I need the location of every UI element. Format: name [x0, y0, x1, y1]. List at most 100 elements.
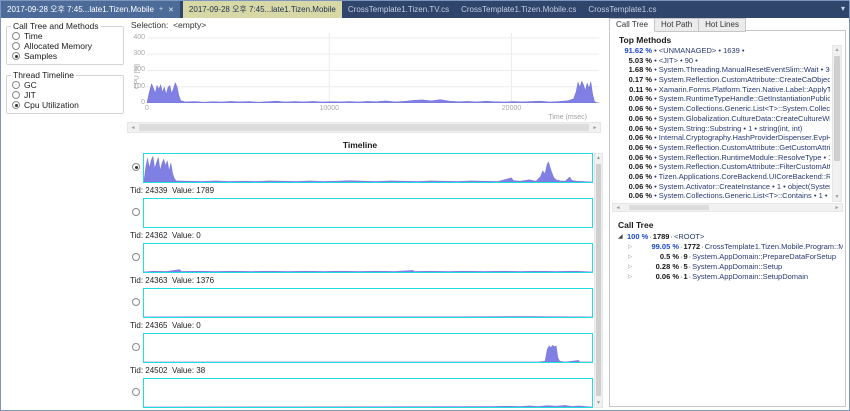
- scroll-up-icon[interactable]: ▲: [833, 47, 841, 53]
- thread-radio-icon[interactable]: [132, 343, 140, 351]
- call-tree-row[interactable]: ▷0.06 %·1·System.AppDomain::SetupDomain: [614, 272, 843, 282]
- radio-unselected-icon[interactable]: [12, 32, 20, 40]
- top-method-row[interactable]: 0.06 % • System.String::Substring • 1 • …: [618, 124, 830, 134]
- top-method-row[interactable]: 0.06 % • Internal.Cryptography.HashProvi…: [618, 133, 830, 143]
- thread-activity-chart[interactable]: [143, 198, 593, 228]
- tree-method-name: System.AppDomain::PrepareDataForSetup: [692, 252, 836, 261]
- radio-selected-icon[interactable]: [12, 52, 20, 60]
- scrollbar-thumb[interactable]: [629, 205, 709, 210]
- call-tree-row[interactable]: ▷99.05 %·1772·CrossTemplate1.Tizen.Mobil…: [614, 242, 843, 252]
- cpu-utilization-chart[interactable]: CPU [%] 010020030040001000020000 Time (m…: [131, 31, 601, 126]
- method-name: • System.Activator::CreateInstance • 1 •…: [652, 182, 830, 191]
- thread-activity-chart[interactable]: [143, 288, 593, 318]
- radio-option[interactable]: Cpu Utilization: [12, 100, 121, 110]
- top-method-row[interactable]: 0.11 % • Xamarin.Forms.Platform.Tizen.Na…: [618, 85, 830, 95]
- document-tab[interactable]: 2017-09-28 오후 7:45...late1.Tizen.Mobile+…: [1, 1, 180, 18]
- scroll-right-icon[interactable]: ►: [832, 205, 842, 211]
- options-panel: Call Tree and MethodsTimeAllocated Memor…: [2, 18, 127, 409]
- chevron-down-icon[interactable]: ▾: [841, 4, 845, 13]
- thread-activity-chart[interactable]: [143, 243, 593, 273]
- method-percent: 0.17 %: [618, 75, 652, 85]
- expand-icon[interactable]: ▷: [628, 252, 637, 262]
- thread-activity-chart[interactable]: [143, 333, 593, 363]
- top-method-row[interactable]: 0.06 % • System.Collections.Generic.List…: [618, 104, 830, 114]
- method-percent: 0.06 %: [618, 162, 652, 172]
- thread-radio-icon[interactable]: [132, 208, 140, 216]
- group-box: Thread TimelineGCJITCpu Utilization: [6, 70, 124, 114]
- radio-option[interactable]: JIT: [12, 90, 121, 100]
- tree-sample-count: 5: [684, 262, 688, 271]
- thread-radio-icon[interactable]: [132, 298, 140, 306]
- thread-activity-chart[interactable]: [143, 378, 593, 408]
- thread-radio-icon[interactable]: [132, 253, 140, 261]
- close-icon[interactable]: ✕: [168, 6, 174, 14]
- scrollbar-thumb[interactable]: [834, 56, 840, 161]
- scroll-down-icon[interactable]: ▼: [833, 194, 841, 200]
- top-method-row[interactable]: 0.06 % • System.Reflection.CustomAttribu…: [618, 162, 830, 172]
- radio-selected-icon[interactable]: [12, 101, 20, 109]
- document-tab[interactable]: CrossTemplate1.Tizen.Mobile.cs: [455, 1, 582, 18]
- top-methods-vertical-scrollbar[interactable]: ▲ ▼: [832, 45, 842, 202]
- method-name: • System.Reflection.CustomAttribute::Fil…: [652, 162, 830, 171]
- top-methods-horizontal-scrollbar[interactable]: ◄ ►: [612, 203, 843, 212]
- separator: ·: [689, 252, 692, 261]
- top-method-row[interactable]: 0.06 % • System.Collections.Generic.List…: [618, 191, 830, 200]
- top-method-row[interactable]: 0.06 % • System.Activator::CreateInstanc…: [618, 182, 830, 192]
- document-tab[interactable]: CrossTemplate1.Tizen.TV.cs: [342, 1, 455, 18]
- radio-unselected-icon[interactable]: [12, 42, 20, 50]
- top-method-row[interactable]: 0.06 % • System.Reflection.CustomAttribu…: [618, 143, 830, 153]
- expand-icon[interactable]: ▷: [628, 262, 637, 272]
- expand-icon[interactable]: ▷: [628, 272, 637, 282]
- document-tab[interactable]: 2017-09-28 오후 7:45...late1.Tizen.Mobile: [183, 1, 342, 18]
- method-percent: 0.06 %: [618, 182, 652, 192]
- pin-icon[interactable]: +: [159, 6, 163, 13]
- top-method-row[interactable]: 0.17 % • System.Reflection.CustomAttribu…: [618, 75, 830, 85]
- timeline-vertical-scrollbar[interactable]: ▲ ▼: [594, 153, 603, 408]
- scroll-right-icon[interactable]: ►: [590, 125, 600, 131]
- method-percent: 0.06 %: [618, 104, 652, 114]
- top-method-row[interactable]: 0.06 % • System.Reflection.RuntimeModule…: [618, 153, 830, 163]
- top-method-row[interactable]: 0.06 % • System.RuntimeTypeHandle::GetIn…: [618, 94, 830, 104]
- group-box: Call Tree and MethodsTimeAllocated Memor…: [6, 21, 124, 65]
- tree-percent: 100 %: [627, 232, 648, 242]
- radio-option[interactable]: Allocated Memory: [12, 41, 121, 51]
- method-name: • System.Reflection.CustomAttribute::Cre…: [652, 75, 830, 84]
- thread-label: Tid: 24363 Value: 1376: [130, 276, 214, 285]
- tree-sample-count: 1789: [653, 232, 670, 241]
- scroll-up-icon[interactable]: ▲: [595, 155, 602, 161]
- scroll-left-icon[interactable]: ◄: [128, 125, 138, 131]
- chart-horizontal-scrollbar[interactable]: ◄ ►: [127, 122, 601, 133]
- scroll-left-icon[interactable]: ◄: [613, 205, 623, 211]
- radio-label: GC: [24, 80, 37, 90]
- radio-option[interactable]: GC: [12, 80, 121, 90]
- tab-hot-lines[interactable]: Hot Lines: [699, 18, 746, 32]
- thread-activity-chart[interactable]: [143, 153, 593, 183]
- thread-radio-icon[interactable]: [132, 388, 140, 396]
- scrollbar-thumb[interactable]: [139, 124, 589, 131]
- call-tree-row[interactable]: ◢100 %·1789·<ROOT>: [614, 232, 843, 242]
- top-method-row[interactable]: 91.62 % • <UNMANAGED> • 1639 •: [618, 46, 830, 56]
- scroll-down-icon[interactable]: ▼: [595, 400, 602, 406]
- scrollbar-track[interactable]: [138, 123, 590, 132]
- top-method-row[interactable]: 0.06 % • System.Globalization.CultureDat…: [618, 114, 830, 124]
- collapse-icon[interactable]: ◢: [618, 232, 627, 242]
- timeline-row: Tid: 24339 Value: 1789: [127, 153, 594, 198]
- radio-option[interactable]: Samples: [12, 51, 121, 61]
- tab-hot-path[interactable]: Hot Path: [655, 18, 699, 32]
- cpu-chart-plot-area[interactable]: [147, 33, 599, 103]
- thread-radio-selected-icon[interactable]: [132, 163, 140, 171]
- scrollbar-track[interactable]: [623, 204, 832, 211]
- top-method-row[interactable]: 1.68 % • System.Threading.ManualResetEve…: [618, 65, 830, 75]
- top-method-row[interactable]: 0.06 % • Tizen.Applications.CoreBackend.…: [618, 172, 830, 182]
- document-tab[interactable]: CrossTemplate1.cs: [582, 1, 662, 18]
- call-tree-row[interactable]: ▷0.28 %·5·System.AppDomain::Setup: [614, 262, 843, 272]
- tab-call-tree[interactable]: Call Tree: [609, 18, 655, 32]
- timeline-row: Tid: 24363 Value: 1376: [127, 243, 594, 288]
- radio-option[interactable]: Time: [12, 31, 121, 41]
- expand-icon[interactable]: ▷: [628, 242, 637, 252]
- top-method-row[interactable]: 5.03 % • <JIT> • 90 •: [618, 56, 830, 66]
- call-tree-row[interactable]: ▷0.5 %·9·System.AppDomain::PrepareDataFo…: [614, 252, 843, 262]
- radio-unselected-icon[interactable]: [12, 81, 20, 89]
- radio-unselected-icon[interactable]: [12, 91, 20, 99]
- scrollbar-thumb[interactable]: [596, 164, 601, 396]
